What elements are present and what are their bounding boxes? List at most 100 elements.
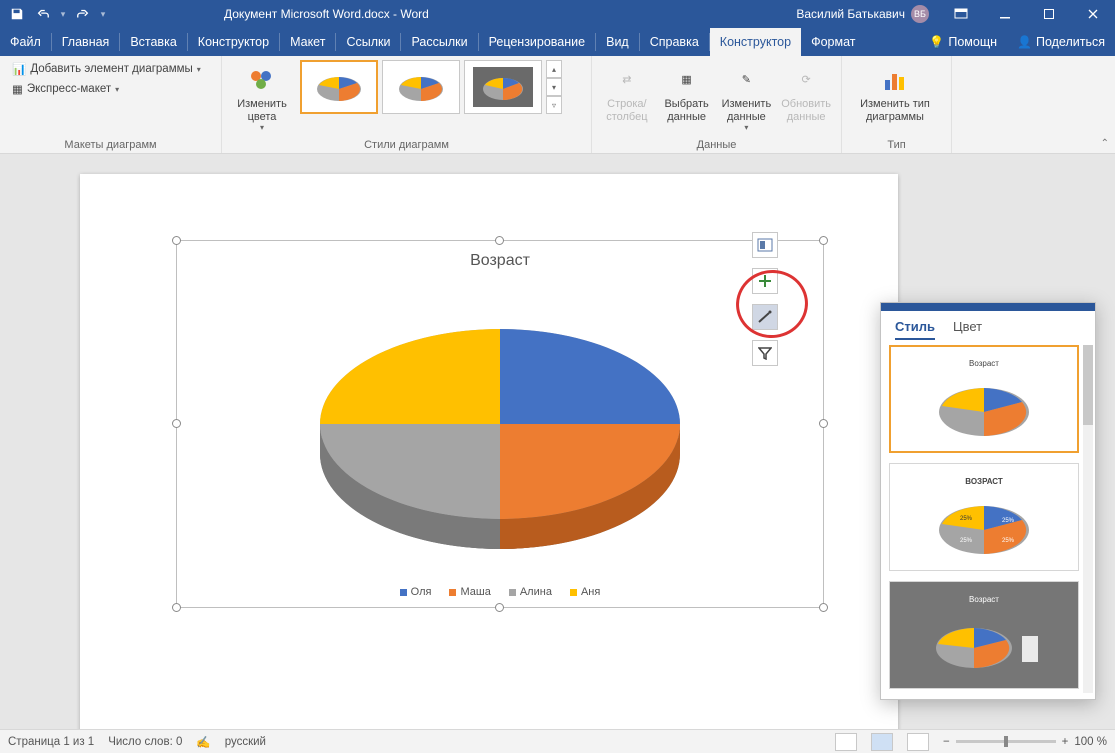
resize-handle[interactable]	[172, 419, 181, 428]
quick-layout-label: Экспресс-макет	[27, 83, 111, 95]
tab-design[interactable]: Конструктор	[188, 28, 279, 56]
tell-me-label: Помощн	[948, 35, 997, 49]
change-colors-label: Изменить цвета	[237, 98, 287, 123]
chart-styles-button[interactable]	[752, 304, 778, 330]
svg-text:25%: 25%	[1002, 518, 1015, 524]
edit-data-button[interactable]: ✎Изменить данные▾	[720, 60, 774, 132]
flyout-tab-style[interactable]: Стиль	[895, 319, 935, 340]
gallery-scroll-down[interactable]: ▾	[546, 78, 562, 96]
tab-chart-design[interactable]: Конструктор	[710, 28, 801, 56]
tab-home[interactable]: Главная	[52, 28, 120, 56]
resize-handle[interactable]	[819, 603, 828, 612]
save-button[interactable]	[6, 3, 28, 25]
chart-object[interactable]: Возраст	[180, 244, 820, 604]
view-read-mode[interactable]	[835, 733, 857, 751]
tab-references[interactable]: Ссылки	[336, 28, 400, 56]
chart-filters-button[interactable]	[752, 340, 778, 366]
close-button[interactable]	[1071, 0, 1115, 28]
tab-mailings[interactable]: Рассылки	[401, 28, 477, 56]
flyout-style-1[interactable]: Возраст	[889, 345, 1079, 453]
tab-view[interactable]: Вид	[596, 28, 639, 56]
chart-legend[interactable]: Оля Маша Алина Аня	[180, 586, 820, 598]
status-language[interactable]: русский	[225, 736, 266, 748]
view-web-layout[interactable]	[907, 733, 929, 751]
chart-style-1[interactable]	[300, 60, 378, 114]
ribbon-display-options-button[interactable]	[939, 0, 983, 28]
legend-item: Алина	[509, 586, 552, 598]
legend-item: Оля	[400, 586, 432, 598]
document-title: Документ Microsoft Word.docx - Word	[224, 7, 429, 21]
refresh-icon: ⟳	[790, 64, 822, 96]
change-chart-type-button[interactable]: Изменить тип диаграммы	[850, 60, 940, 123]
zoom-control: − + 100 %	[943, 736, 1107, 748]
zoom-in-button[interactable]: +	[1062, 736, 1069, 748]
select-data-icon: ▦	[671, 64, 703, 96]
qat-dropdown-2[interactable]: ▾	[98, 9, 108, 20]
legend-item: Маша	[449, 586, 490, 598]
document-area[interactable]: Возраст	[0, 154, 1115, 729]
status-page[interactable]: Страница 1 из 1	[8, 736, 94, 748]
gallery-scroll-up[interactable]: ▴	[546, 60, 562, 78]
chart-type-icon	[879, 64, 911, 96]
resize-handle[interactable]	[172, 603, 181, 612]
add-chart-element-button[interactable]: 📊Добавить элемент диаграммы▾	[8, 60, 205, 78]
select-data-button[interactable]: ▦Выбрать данные	[660, 60, 714, 123]
view-print-layout[interactable]	[871, 733, 893, 751]
flyout-style-3[interactable]: Возраст	[889, 581, 1079, 689]
flyout-scrollbar[interactable]	[1083, 345, 1093, 693]
add-element-icon: 📊	[12, 62, 26, 76]
gallery-more-button[interactable]: ▿	[546, 96, 562, 114]
tell-me-button[interactable]: 💡 Помощн	[919, 28, 1007, 56]
ribbon-tabs: Файл Главная Вставка Конструктор Макет С…	[0, 28, 1115, 56]
quick-access-toolbar: ▾ ▾	[0, 3, 114, 25]
resize-handle[interactable]	[172, 236, 181, 245]
zoom-value[interactable]: 100 %	[1074, 736, 1107, 748]
maximize-button[interactable]	[1027, 0, 1071, 28]
quick-layout-icon: ▦	[12, 82, 23, 96]
chart-elements-button[interactable]	[752, 268, 778, 294]
resize-handle[interactable]	[495, 236, 504, 245]
change-colors-button[interactable]: Изменить цвета▾	[230, 60, 294, 132]
chart-style-3[interactable]	[464, 60, 542, 114]
undo-button[interactable]	[32, 3, 54, 25]
scrollbar-thumb[interactable]	[1083, 345, 1093, 425]
share-icon: 👤	[1017, 35, 1032, 49]
refresh-data-button: ⟳Обновить данные	[779, 60, 833, 123]
zoom-slider[interactable]	[956, 740, 1056, 743]
status-proofing-icon[interactable]: ✍	[196, 735, 210, 749]
switch-row-column-button: ⇄Строка/ столбец	[600, 60, 654, 123]
flyout-tab-color[interactable]: Цвет	[953, 319, 982, 340]
ribbon: 📊 Добавить элемент диаграммы ▾ ▦ Экспресс-м…	[0, 56, 1115, 154]
group-type-label: Тип	[850, 137, 943, 151]
status-bar: Страница 1 из 1 Число слов: 0 ✍ русский …	[0, 729, 1115, 753]
group-layouts-label: Макеты диаграмм	[8, 137, 213, 151]
tab-insert[interactable]: Вставка	[120, 28, 186, 56]
tab-help[interactable]: Справка	[640, 28, 709, 56]
add-element-label: Добавить элемент диаграммы	[30, 63, 192, 75]
user-name: Василий Батькавич	[796, 7, 905, 21]
zoom-out-button[interactable]: −	[943, 736, 950, 748]
layout-options-button[interactable]	[752, 232, 778, 258]
resize-handle[interactable]	[495, 603, 504, 612]
chart-style-2[interactable]	[382, 60, 460, 114]
resize-handle[interactable]	[819, 419, 828, 428]
status-word-count[interactable]: Число слов: 0	[108, 736, 182, 748]
tab-review[interactable]: Рецензирование	[479, 28, 596, 56]
resize-handle[interactable]	[819, 236, 828, 245]
user-area[interactable]: Василий Батькавич ВБ	[786, 5, 939, 23]
lightbulb-icon: 💡	[929, 35, 944, 49]
minimize-button[interactable]	[983, 0, 1027, 28]
pie-chart[interactable]	[290, 294, 710, 554]
flyout-style-2[interactable]: ВОЗРАСТ 25%25%25%25%	[889, 463, 1079, 571]
chart-styles-gallery: ▴ ▾ ▿	[300, 60, 562, 114]
share-button[interactable]: 👤Поделиться	[1007, 28, 1115, 56]
tab-layout[interactable]: Макет	[280, 28, 335, 56]
qat-dropdown-1[interactable]: ▾	[58, 9, 68, 20]
svg-text:25%: 25%	[960, 538, 973, 544]
switch-icon: ⇄	[611, 64, 643, 96]
redo-button[interactable]	[72, 3, 94, 25]
collapse-ribbon-button[interactable]: ⌃	[1101, 138, 1109, 149]
tab-file[interactable]: Файл	[0, 28, 51, 56]
quick-layout-button[interactable]: ▦Экспресс-макет▾	[8, 80, 123, 98]
tab-chart-format[interactable]: Формат	[801, 28, 865, 56]
